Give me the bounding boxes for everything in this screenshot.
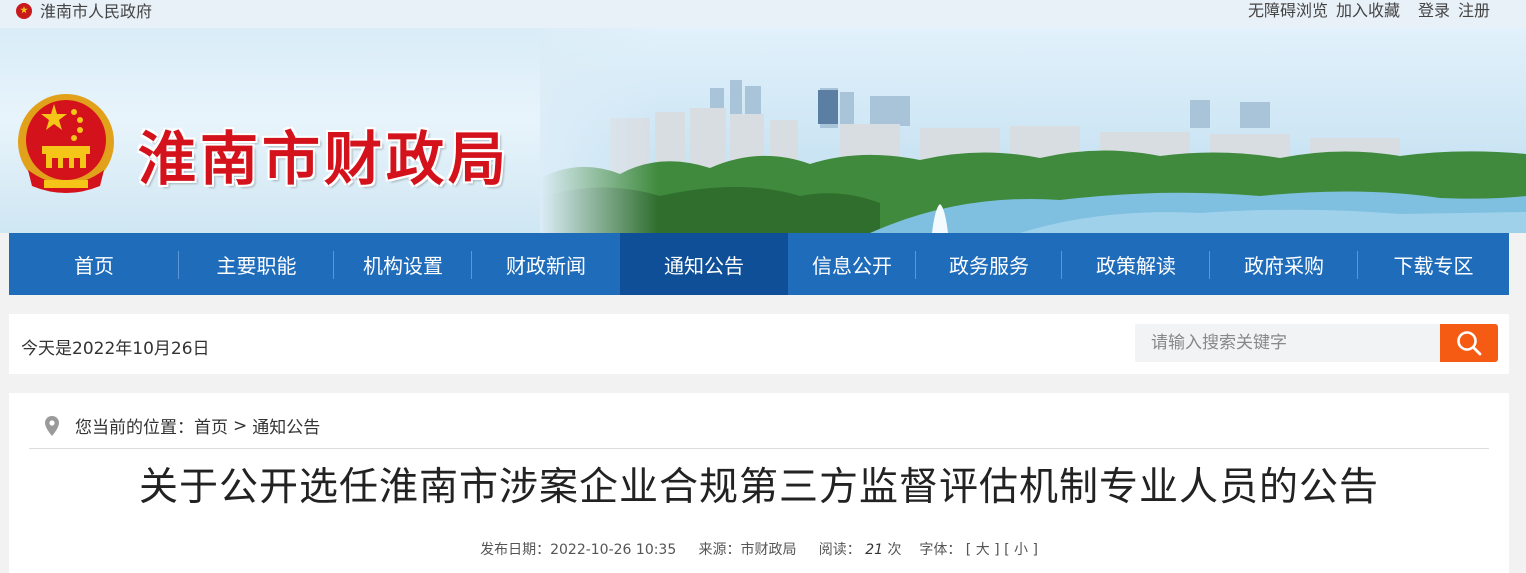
search-icon [1457, 331, 1482, 356]
nav-item-label: 财政新闻 [506, 253, 586, 278]
nav-item-notices[interactable]: 通知公告 [620, 233, 788, 295]
breadcrumb-home-link[interactable]: 首页 [194, 413, 228, 438]
accessibility-link[interactable]: 无障碍浏览 [1248, 0, 1328, 21]
article-meta: 发布日期：2022-10-26 10:35 来源：市财政局 阅读： 21 次 字… [9, 539, 1509, 559]
bookmark-link[interactable]: 加入收藏 [1336, 0, 1400, 21]
nav-item-label: 主要职能 [216, 253, 297, 278]
breadcrumb-separator: > [233, 415, 248, 436]
article-container: 您当前的位置： 首页 > 通知公告 关于公开选任淮南市涉案企业合规第三方监督评估… [9, 393, 1509, 573]
register-link[interactable]: 注册 [1458, 0, 1490, 21]
publish-date: 2022-10-26 10:35 [550, 542, 677, 558]
nav-item-functions[interactable]: 主要职能 [179, 233, 334, 295]
nav-item-info-disclosure[interactable]: 信息公开 [788, 233, 916, 295]
breadcrumb-current-link[interactable]: 通知公告 [252, 413, 320, 438]
views-label: 阅读： [818, 542, 861, 558]
nav-item-label: 政策解读 [1096, 253, 1176, 278]
font-small-button[interactable]: [ 小 ] [1004, 542, 1038, 558]
national-emblem-icon [16, 3, 32, 19]
nav-item-label: 机构设置 [363, 253, 443, 278]
nav-item-label: 政府采购 [1244, 253, 1324, 278]
search-box [1135, 324, 1441, 362]
font-size-label: 字体： [919, 542, 962, 558]
nav-item-label: 通知公告 [664, 253, 744, 278]
nav-item-home[interactable]: 首页 [9, 233, 179, 295]
location-pin-icon [45, 415, 59, 436]
breadcrumb: 您当前的位置： 首页 > 通知公告 [45, 413, 320, 438]
article-title: 关于公开选任淮南市涉案企业合规第三方监督评估机制专业人员的公告 [138, 465, 1379, 510]
header-banner: 淮南市财政局 [0, 28, 1526, 233]
nav-item-organization[interactable]: 机构设置 [334, 233, 472, 295]
top-bar: 淮南市人民政府 无障碍浏览 加入收藏 登录 注册 [0, 0, 1526, 28]
font-large-button[interactable]: [ 大 ] [966, 542, 1000, 558]
views-unit: 次 [887, 542, 902, 558]
nav-item-label: 政务服务 [949, 253, 1029, 278]
source-label: 来源： [698, 542, 741, 558]
main-nav: 首页 主要职能 机构设置 财政新闻 通知公告 信息公开 政务服务 政策解读 政府… [9, 233, 1509, 295]
nav-item-label: 下载专区 [1393, 253, 1474, 278]
nav-item-downloads[interactable]: 下载专区 [1358, 233, 1509, 295]
nav-item-policy-interpretation[interactable]: 政策解读 [1062, 233, 1210, 295]
top-links: 无障碍浏览 加入收藏 登录 注册 [1240, 0, 1490, 21]
nav-item-procurement[interactable]: 政府采购 [1210, 233, 1358, 295]
city-skyline-image [540, 28, 1526, 233]
nav-item-label: 首页 [74, 253, 114, 278]
search-input[interactable] [1135, 324, 1441, 362]
nav-item-finance-news[interactable]: 财政新闻 [472, 233, 620, 295]
info-bar: 今天是2022年10月26日 [9, 314, 1509, 374]
gov-link[interactable]: 淮南市人民政府 [16, 0, 152, 22]
nav-item-gov-services[interactable]: 政务服务 [916, 233, 1062, 295]
nav-item-label: 信息公开 [812, 253, 892, 278]
national-emblem-logo [18, 94, 114, 193]
search-button[interactable] [1440, 324, 1498, 362]
gov-link-label[interactable]: 淮南市人民政府 [40, 0, 152, 22]
publish-date-label: 发布日期： [480, 542, 551, 558]
breadcrumb-prefix: 您当前的位置： [75, 418, 194, 438]
divider [29, 448, 1489, 449]
site-title: 淮南市财政局 [138, 125, 511, 193]
views-count: 21 [865, 542, 884, 558]
today-date: 今天是2022年10月26日 [21, 339, 210, 359]
login-link[interactable]: 登录 [1418, 0, 1450, 21]
source-value: 市财政局 [740, 542, 797, 558]
